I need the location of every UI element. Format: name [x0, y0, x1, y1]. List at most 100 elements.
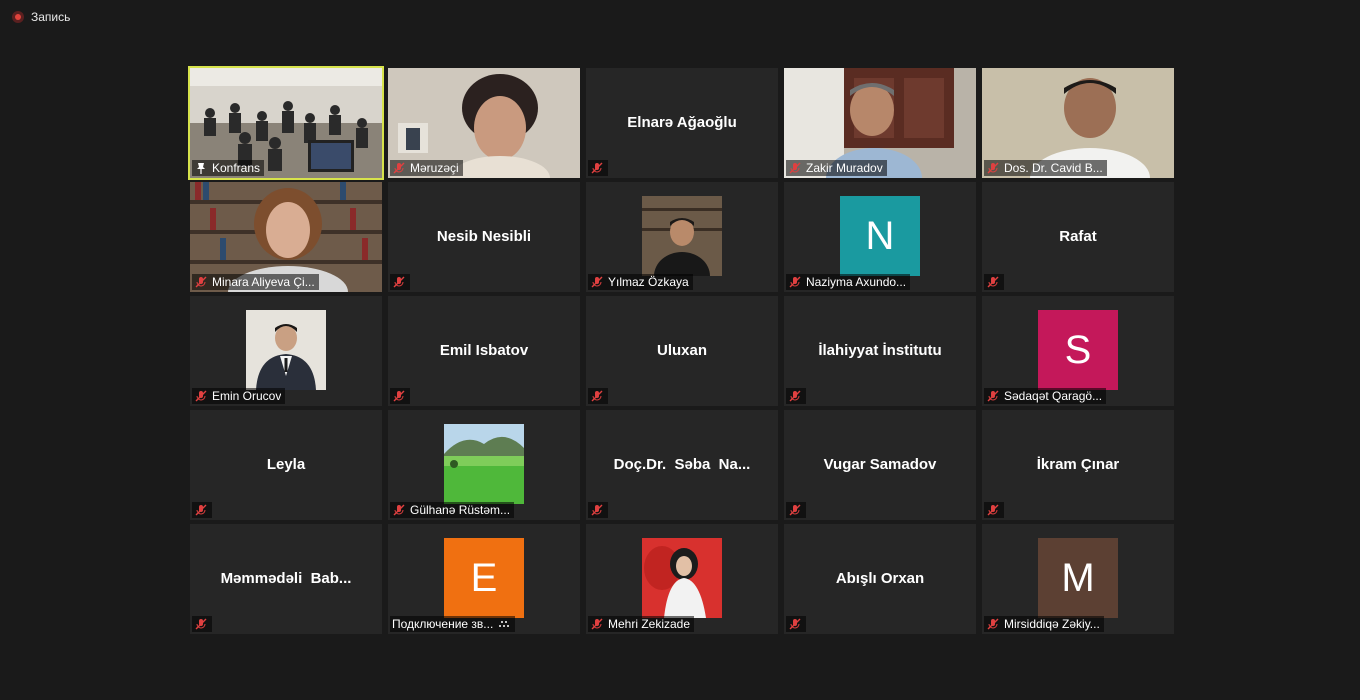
participant-tile-orxan[interactable]: Abışlı Orxan [784, 524, 976, 634]
participant-tile-ikram[interactable]: İkram Çınar [982, 410, 1174, 520]
participant-tile-uluxan[interactable]: Uluxan [586, 296, 778, 406]
participant-label [192, 616, 212, 632]
participant-display-name: Doç.Dr. Səba Na... [613, 456, 751, 473]
mic-muted-icon [987, 162, 999, 174]
recording-label: Запись [31, 10, 71, 24]
participant-display-name: Vugar Samadov [823, 456, 937, 473]
mic-muted-icon [393, 504, 405, 516]
participant-tile-memmedeli[interactable]: Məmmədəli Bab... [190, 524, 382, 634]
avatar-initial: M [1038, 538, 1118, 618]
participant-label [390, 388, 410, 404]
participant-name: Yılmaz Özkaya [608, 275, 689, 289]
participant-tile-zakir[interactable]: Zakir Muradov [784, 68, 976, 178]
participant-tile-minara[interactable]: Minara Aliyeva Çi... [190, 182, 382, 292]
participant-tile-elnare[interactable]: Elnarə Ağaoğlu [586, 68, 778, 178]
participant-label [390, 274, 410, 290]
mic-muted-icon [393, 276, 405, 288]
participant-tile-mehri[interactable]: Mehri Zekizade [586, 524, 778, 634]
gallery-grid: Konfrans Məruzəçi Elnarə Ağaoğlu Zakir M… [188, 66, 1174, 634]
participant-name: Gülhanə Rüstəm... [410, 503, 511, 517]
profile-photo [642, 538, 722, 618]
participant-label [786, 616, 806, 632]
participant-label: Gülhanə Rüstəm... [390, 502, 515, 518]
participant-tile-mirsiddiqe[interactable]: M Mirsiddiqə Zəkiy... [982, 524, 1174, 634]
participant-label [588, 388, 608, 404]
mic-muted-icon [195, 618, 207, 630]
participant-tile-naziyma[interactable]: N Naziyma Axundo... [784, 182, 976, 292]
participant-label: Dos. Dr. Cavid B... [984, 160, 1107, 176]
participant-display-name: Nesib Nesibli [436, 228, 532, 245]
participant-tile-vugar[interactable]: Vugar Samadov [784, 410, 976, 520]
participant-name: Dos. Dr. Cavid B... [1004, 161, 1103, 175]
participant-tile-nesib[interactable]: Nesib Nesibli [388, 182, 580, 292]
participant-label: Yılmaz Özkaya [588, 274, 693, 290]
participant-name: Məruzəçi [410, 161, 459, 175]
participant-label: Minara Aliyeva Çi... [192, 274, 319, 290]
participant-display-name: Rafat [1059, 228, 1097, 245]
participant-label [786, 388, 806, 404]
mic-muted-icon [987, 504, 999, 516]
participant-label [588, 160, 608, 176]
mic-muted-icon [987, 276, 999, 288]
participant-tile-konfrans[interactable]: Konfrans [188, 66, 384, 180]
participant-label: Zakir Muradov [786, 160, 887, 176]
profile-photo [246, 310, 326, 390]
mic-muted-icon [789, 276, 801, 288]
profile-photo [642, 196, 722, 276]
participant-tile-rafat[interactable]: Rafat [982, 182, 1174, 292]
participant-tile-ilahiyyat[interactable]: İlahiyyat İnstitutu [784, 296, 976, 406]
participant-label: Подключение зв... [390, 616, 516, 632]
participant-label [192, 502, 212, 518]
participant-label: Emin Orucov [192, 388, 286, 404]
participant-display-name: Emil Isbatov [439, 342, 529, 359]
participant-label: Naziyma Axundo... [786, 274, 911, 290]
mic-muted-icon [789, 504, 801, 516]
participant-display-name: Uluxan [656, 342, 707, 359]
participant-tile-emin[interactable]: Emin Orucov [190, 296, 382, 406]
participant-tile-speaker[interactable]: Məruzəçi [388, 68, 580, 178]
participant-label [984, 274, 1004, 290]
participant-tile-sedaqet[interactable]: S Sədaqət Qaragö... [982, 296, 1174, 406]
mic-muted-icon [591, 276, 603, 288]
mic-muted-icon [195, 276, 207, 288]
participant-name: Mirsiddiqə Zəkiy... [1004, 617, 1100, 631]
mic-muted-icon [987, 390, 999, 402]
participant-name: Konfrans [212, 161, 261, 175]
participant-label [984, 502, 1004, 518]
participant-display-name: Elnarə Ağaoğlu [627, 114, 737, 131]
participant-tile-gulhane[interactable]: Gülhanə Rüstəm... [388, 410, 580, 520]
participant-tile-seba[interactable]: Doç.Dr. Səba Na... [586, 410, 778, 520]
mic-muted-icon [393, 162, 405, 174]
participant-name: Naziyma Axundo... [806, 275, 907, 289]
mic-muted-icon [789, 618, 801, 630]
participant-tile-emil[interactable]: Emil Isbatov [388, 296, 580, 406]
mic-muted-icon [591, 618, 603, 630]
participant-name: Zakir Muradov [806, 161, 883, 175]
avatar-initial: N [840, 196, 920, 276]
participant-label: Sədaqət Qaragö... [984, 388, 1107, 404]
participant-display-name: İlahiyyat İnstitutu [818, 342, 942, 359]
participant-label [786, 502, 806, 518]
mic-muted-icon [591, 504, 603, 516]
mic-muted-icon [987, 618, 999, 630]
recording-indicator: Запись [12, 10, 70, 24]
participant-display-name: Məmmədəli Bab... [220, 570, 352, 587]
mic-muted-icon [789, 162, 801, 174]
participant-label: Mirsiddiqə Zəkiy... [984, 616, 1104, 632]
participant-tile-leyla[interactable]: Leyla [190, 410, 382, 520]
record-icon [12, 11, 24, 23]
participant-tile-yilmaz[interactable]: Yılmaz Özkaya [586, 182, 778, 292]
participant-name: Mehri Zekizade [608, 617, 691, 631]
participant-display-name: Abışlı Orxan [835, 570, 925, 587]
phone-connecting-icon [499, 621, 510, 627]
mic-muted-icon [789, 390, 801, 402]
mic-muted-icon [195, 390, 207, 402]
participant-tile-connecting[interactable]: E Подключение зв... [388, 524, 580, 634]
mic-muted-icon [195, 504, 207, 516]
mic-muted-icon [591, 162, 603, 174]
participant-display-name: Leyla [266, 456, 306, 473]
participant-tile-cavid[interactable]: Dos. Dr. Cavid B... [982, 68, 1174, 178]
mic-muted-icon [393, 390, 405, 402]
participant-name: Minara Aliyeva Çi... [212, 275, 315, 289]
participant-name: Подключение зв... [392, 617, 494, 631]
